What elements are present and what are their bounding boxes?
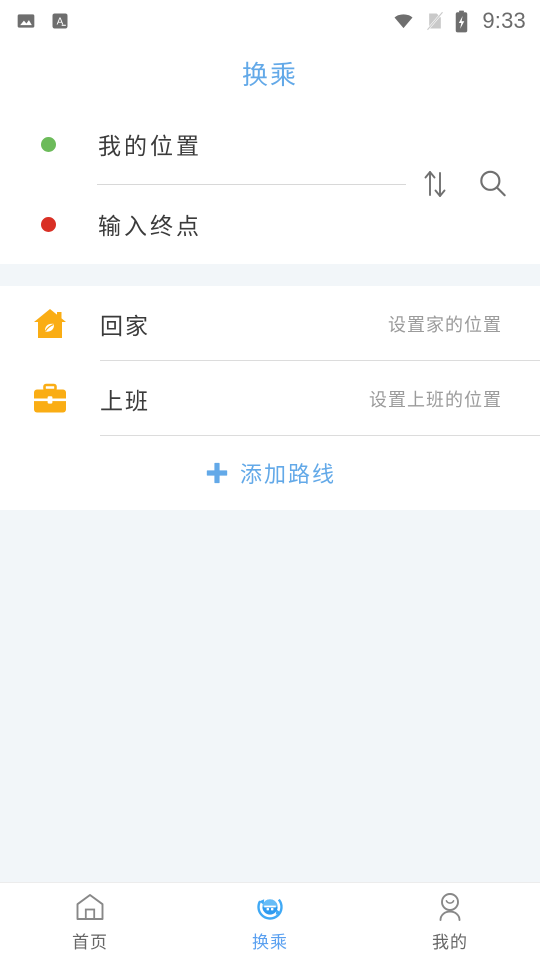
plus-icon — [206, 462, 228, 484]
swap-vertical-icon — [424, 171, 446, 197]
page-title-bar: 换乘 — [0, 42, 540, 104]
nav-label-transfer: 换乘 — [252, 932, 288, 952]
app-screen: A 9:33 换乘 我的位置 输入终点 回家 设置家的位置 上班 设置上班的位置… — [0, 0, 540, 960]
content-empty-area — [0, 510, 540, 882]
route-start-field[interactable]: 我的位置 — [0, 104, 406, 184]
shortcut-divider-work — [100, 435, 540, 436]
shortcut-row-work[interactable]: 上班 设置上班的位置 — [0, 361, 540, 436]
nav-tab-home[interactable]: 首页 — [0, 883, 180, 960]
route-divider — [97, 184, 406, 185]
shortcuts-section: 回家 设置家的位置 上班 设置上班的位置 添加路线 — [0, 286, 540, 510]
image-notification-icon — [17, 14, 35, 28]
red-dot-icon — [41, 216, 56, 232]
transfer-circle-icon — [253, 891, 287, 923]
status-bar-notifications: A — [16, 11, 70, 31]
route-action-buttons — [406, 104, 526, 264]
green-dot-icon — [41, 136, 56, 152]
search-button[interactable] — [471, 162, 515, 206]
swap-endpoints-button[interactable] — [413, 162, 457, 206]
route-end-placeholder: 输入终点 — [98, 213, 202, 239]
shortcut-label-work: 上班 — [100, 387, 150, 414]
shortcut-hint-work: 设置上班的位置 — [369, 389, 502, 410]
add-route-button[interactable]: 添加路线 — [0, 436, 540, 510]
route-fields: 我的位置 输入终点 — [0, 104, 406, 264]
person-outline-icon — [434, 891, 466, 923]
nav-tab-mine[interactable]: 我的 — [360, 883, 540, 960]
nav-label-mine: 我的 — [432, 932, 468, 952]
search-icon — [480, 170, 506, 197]
home-outline-icon — [74, 891, 106, 923]
route-end-field[interactable]: 输入终点 — [0, 184, 406, 264]
no-sim-icon — [427, 11, 444, 31]
route-input-card: 我的位置 输入终点 — [0, 104, 540, 264]
add-route-label: 添加路线 — [239, 462, 336, 487]
route-start-label: 我的位置 — [98, 133, 202, 159]
status-bar-indicators: 9:33 — [391, 10, 526, 33]
status-bar: A 9:33 — [0, 0, 540, 42]
wifi-icon — [394, 14, 413, 29]
page-title: 换乘 — [241, 59, 298, 90]
battery-charging-icon — [456, 10, 468, 32]
nav-tab-transfer[interactable]: 换乘 — [180, 883, 360, 960]
shortcut-row-home[interactable]: 回家 设置家的位置 — [0, 286, 540, 361]
shortcut-label-home: 回家 — [100, 312, 150, 339]
status-bar-clock: 9:33 — [482, 8, 526, 33]
work-briefcase-icon — [0, 379, 100, 419]
home-house-icon — [0, 304, 100, 344]
section-separator — [0, 264, 540, 286]
bottom-navigation-bar: 首页 换乘 我的 — [0, 882, 540, 960]
translate-notification-icon: A — [52, 13, 68, 29]
nav-label-home: 首页 — [72, 932, 108, 952]
shortcut-hint-home: 设置家的位置 — [388, 314, 502, 335]
